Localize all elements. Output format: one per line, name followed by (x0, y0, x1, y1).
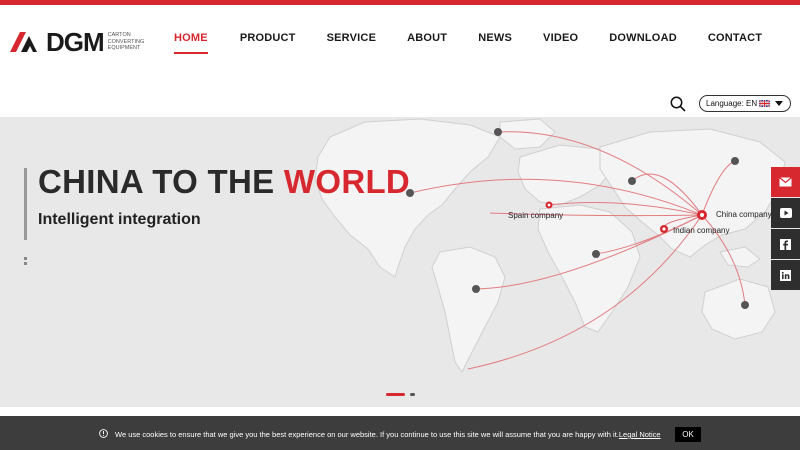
nav-video[interactable]: VIDEO (543, 32, 578, 54)
hero-subtitle: Intelligent integration (38, 211, 201, 228)
chevron-down-icon (775, 101, 784, 106)
slide-dot-2[interactable] (410, 393, 415, 396)
cookie-ok-button[interactable]: OK (675, 427, 701, 442)
hero-title-red: WORLD (283, 163, 411, 200)
facebook-button[interactable] (771, 229, 800, 259)
nav-contact[interactable]: CONTACT (708, 32, 762, 54)
hero-title-dark: CHINA TO THE (38, 163, 284, 200)
slider-pagination (386, 393, 415, 396)
slide-dot-1[interactable] (386, 393, 405, 396)
map-label-india: Indian company (673, 226, 730, 235)
main-nav: HOME PRODUCT SERVICE ABOUT NEWS VIDEO DO… (174, 32, 762, 54)
brand-tagline: CARTON CONVERTING EQUIPMENT (107, 32, 145, 52)
facebook-icon (780, 238, 791, 250)
youtube-icon (779, 208, 792, 218)
linkedin-button[interactable] (771, 260, 800, 290)
brand-tagline-line: EQUIPMENT (107, 45, 141, 52)
hero-title: CHINA TO THE WORLD (38, 163, 410, 201)
nav-product[interactable]: PRODUCT (240, 32, 296, 54)
hero-scroll-indicator (24, 257, 27, 268)
social-side-bar (771, 167, 800, 291)
nav-about[interactable]: ABOUT (407, 32, 447, 54)
world-map-graphic (314, 118, 786, 373)
nav-home[interactable]: HOME (174, 32, 208, 54)
mail-button[interactable] (771, 167, 800, 197)
map-label-china: China company (716, 210, 772, 219)
info-icon (99, 429, 108, 438)
map-label-spain: Spain company (508, 211, 564, 220)
uk-flag-icon (759, 100, 771, 107)
language-selector[interactable]: Language: EN (699, 95, 791, 112)
cookie-message: We use cookies to ensure that we give yo… (115, 430, 661, 439)
brand-logo[interactable]: DGM CARTON CONVERTING EQUIPMENT (10, 27, 150, 57)
nav-service[interactable]: SERVICE (327, 32, 377, 54)
cookie-banner: We use cookies to ensure that we give yo… (0, 416, 800, 450)
cookie-text: We use cookies to ensure that we give yo… (115, 430, 619, 439)
logo-mark-icon (10, 32, 37, 52)
linkedin-icon (780, 269, 791, 281)
language-label: Language: EN (706, 99, 758, 108)
nav-news[interactable]: NEWS (478, 32, 512, 54)
legal-notice-link[interactable]: Legal Notice (619, 430, 661, 439)
search-icon[interactable] (670, 96, 686, 112)
nav-download[interactable]: DOWNLOAD (609, 32, 677, 54)
site-header: DGM CARTON CONVERTING EQUIPMENT HOME PRO… (0, 5, 800, 117)
youtube-button[interactable] (771, 198, 800, 228)
brand-name: DGM (46, 27, 105, 57)
hero-banner: CHINA TO THE WORLD Intelligent integrati… (0, 117, 800, 407)
hero-accent-bar (24, 168, 27, 240)
mail-icon (779, 177, 792, 187)
